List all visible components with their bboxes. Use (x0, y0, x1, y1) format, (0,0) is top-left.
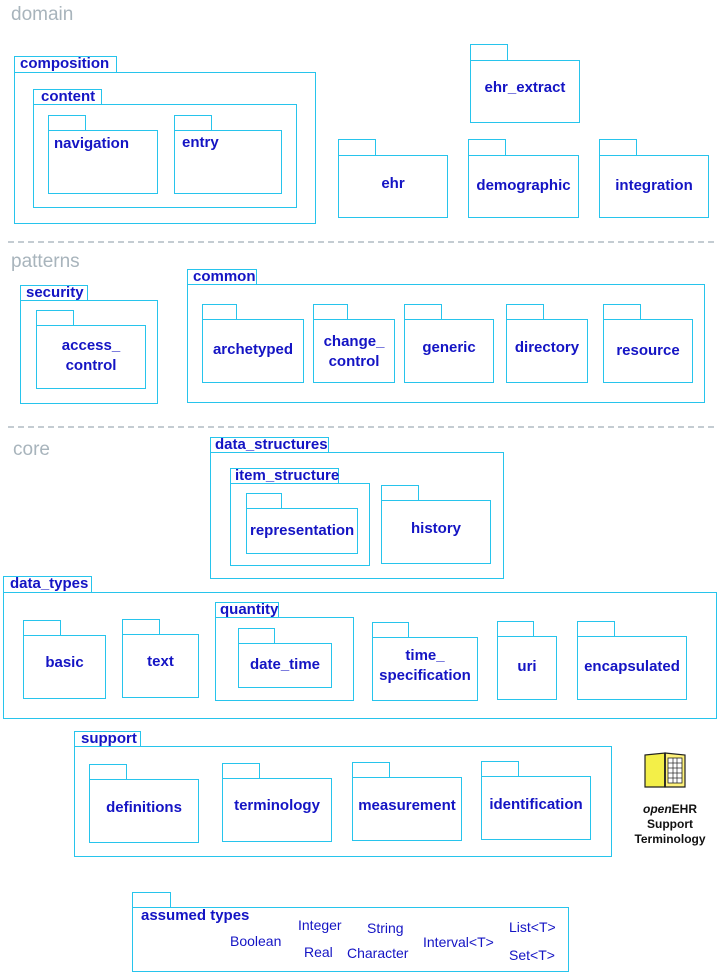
package-access-control[interactable]: access_ control (36, 310, 146, 389)
type-boolean: Boolean (230, 933, 282, 949)
package-change-control-label: change_ control (313, 332, 395, 372)
package-terminology[interactable]: terminology (222, 763, 332, 842)
package-change-control-label-line1: change_ (323, 333, 385, 350)
package-history[interactable]: history (381, 485, 491, 564)
package-entry[interactable]: entry (174, 115, 282, 194)
terminology-icon-label-line2: Support (647, 817, 693, 831)
layer-title-patterns: patterns (11, 251, 80, 272)
package-ehr[interactable]: ehr (338, 139, 448, 218)
package-uri[interactable]: uri (497, 621, 557, 700)
package-identification-label: identification (489, 796, 583, 813)
package-data-types-label: data_types (10, 575, 89, 592)
package-navigation-label: navigation (54, 135, 130, 152)
package-change-control[interactable]: change_ control (313, 304, 395, 383)
package-encapsulated[interactable]: encapsulated (577, 621, 687, 700)
terminology-icon-label-italic: open (642, 802, 672, 816)
terminology-icon-label-line3: Terminology (634, 832, 706, 846)
package-common-label: common (193, 268, 256, 285)
package-uri-label: uri (517, 658, 537, 675)
package-quantity-label: quantity (220, 601, 279, 618)
package-time-specification-label-line1: time_ (405, 647, 445, 664)
terminology-icon-label-rest: EHR (671, 802, 697, 816)
package-integration-label: integration (615, 177, 693, 194)
package-generic-label: generic (422, 339, 476, 356)
package-encapsulated-label: encapsulated (584, 658, 680, 675)
package-definitions-label: definitions (106, 799, 182, 816)
package-terminology-label: terminology (234, 797, 320, 814)
package-generic[interactable]: generic (404, 304, 494, 383)
package-data-structures-label: data_structures (215, 436, 328, 453)
package-directory[interactable]: directory (506, 304, 588, 383)
type-set: Set<T> (509, 947, 555, 963)
package-access-control-label-line1: access_ (61, 337, 121, 354)
package-directory-label: directory (514, 339, 580, 356)
type-list: List<T> (509, 919, 556, 935)
package-date-time-label: date_time (249, 656, 321, 673)
package-composition-label: composition (20, 55, 110, 72)
package-time-specification[interactable]: time_ specification (372, 622, 478, 701)
package-archetyped[interactable]: archetyped (202, 304, 304, 383)
package-access-control-label-line2: control (65, 357, 117, 374)
package-text-label: text (147, 653, 174, 670)
package-entry-label: entry (182, 134, 219, 151)
package-item-structure-label: item_structure (235, 467, 340, 484)
separator-domain-patterns (8, 241, 714, 243)
package-support-label: support (81, 730, 137, 747)
package-archetyped-label: archetyped (212, 341, 294, 358)
layer-title-domain: domain (11, 4, 74, 25)
type-interval: Interval<T> (423, 934, 494, 950)
package-resource-label: resource (616, 342, 680, 359)
package-navigation[interactable]: navigation (48, 115, 158, 194)
separator-patterns-core (8, 426, 714, 428)
package-basic-label: basic (45, 654, 84, 671)
package-ehr-extract[interactable]: ehr_extract (470, 44, 580, 123)
package-time-specification-label: time_ specification (372, 646, 478, 686)
type-integer: Integer (298, 917, 342, 933)
package-representation-label: representation (250, 522, 355, 539)
package-measurement[interactable]: measurement (352, 762, 462, 841)
package-ehr-label: ehr (381, 175, 405, 192)
package-assumed-types-label: assumed types (141, 907, 250, 924)
package-demographic-label: demographic (476, 177, 571, 194)
package-security-label: security (26, 284, 84, 301)
terminology-icon-label: openEHR Support Terminology (620, 802, 720, 847)
package-ehr-extract-label: ehr_extract (484, 79, 566, 96)
package-resource[interactable]: resource (603, 304, 693, 383)
package-measurement-label: measurement (358, 797, 456, 814)
package-content-label: content (41, 88, 96, 105)
package-identification[interactable]: identification (481, 761, 591, 840)
type-real: Real (304, 944, 333, 960)
package-definitions[interactable]: definitions (89, 764, 199, 843)
package-date-time[interactable]: date_time (238, 628, 332, 688)
package-basic[interactable]: basic (23, 620, 106, 699)
type-string: String (367, 920, 404, 936)
package-history-label: history (410, 520, 461, 537)
package-representation[interactable]: representation (246, 493, 358, 554)
package-time-specification-label-line2: specification (379, 667, 471, 684)
layer-title-core: core (13, 439, 50, 460)
package-demographic[interactable]: demographic (468, 139, 579, 218)
package-text[interactable]: text (122, 619, 199, 698)
package-change-control-label-line2: control (328, 353, 380, 370)
type-character: Character (347, 945, 409, 961)
package-integration[interactable]: integration (599, 139, 709, 218)
package-access-control-label: access_ control (36, 336, 146, 376)
book-icon[interactable] (642, 750, 688, 790)
